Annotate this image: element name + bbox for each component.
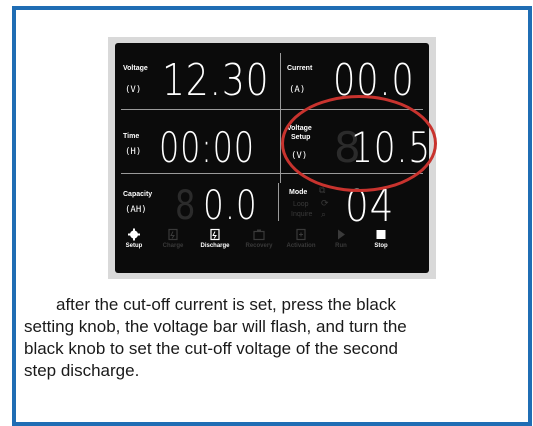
voltage-value: 12.30 bbox=[162, 55, 270, 106]
play-icon bbox=[338, 229, 345, 240]
footer-charge[interactable]: Charge bbox=[153, 228, 193, 249]
capacity-ghost-digit: 8 bbox=[175, 183, 196, 229]
mode-loop-label: Loop bbox=[293, 201, 309, 208]
footer-setup-label: Setup bbox=[125, 243, 143, 249]
footer-stop[interactable]: Stop bbox=[361, 228, 401, 249]
footer-setup[interactable]: Setup bbox=[114, 228, 154, 249]
footer-activation[interactable]: Activation bbox=[281, 228, 321, 249]
footer-stop-label: Stop bbox=[374, 243, 388, 249]
capacity-value: 0.0 bbox=[203, 183, 258, 229]
activation-icon bbox=[296, 228, 306, 241]
footer-recovery[interactable]: Recovery bbox=[239, 228, 279, 249]
time-label: Time bbox=[123, 133, 140, 140]
footer-activation-label: Activation bbox=[286, 243, 316, 249]
loop-icon: ⟳ bbox=[321, 198, 329, 208]
footer-discharge[interactable]: Discharge bbox=[195, 228, 235, 249]
recovery-icon bbox=[253, 229, 265, 241]
magnifier-icon: ⌕ bbox=[321, 209, 327, 219]
caption-line-4: step discharge. bbox=[24, 361, 140, 380]
footer-run-label: Run bbox=[335, 243, 347, 249]
capacity-label: Capacity bbox=[123, 191, 153, 198]
footer-recovery-label: Recovery bbox=[245, 243, 273, 249]
discharge-icon bbox=[210, 228, 220, 241]
voltage-label: Voltage bbox=[123, 65, 148, 72]
copy-icon: ⧉ bbox=[319, 185, 326, 195]
stop-icon bbox=[376, 230, 386, 239]
charge-icon bbox=[168, 228, 178, 241]
gear-icon bbox=[128, 228, 140, 241]
time-value: 00:00 bbox=[159, 123, 255, 172]
caption-line-1: after the cut-off current is set, press … bbox=[56, 295, 396, 314]
footer-run[interactable]: Run bbox=[321, 228, 361, 249]
divider-vertical bbox=[280, 53, 281, 183]
footer-charge-label: Charge bbox=[162, 243, 184, 249]
mode-label: Mode bbox=[289, 189, 308, 196]
capacity-unit: (AH) bbox=[125, 205, 147, 215]
highlight-ellipse bbox=[281, 95, 437, 192]
voltage-unit: (V) bbox=[125, 85, 142, 95]
footer-discharge-label: Discharge bbox=[200, 243, 230, 249]
current-unit: (A) bbox=[289, 85, 306, 95]
current-label: Current bbox=[287, 65, 313, 72]
divider-vertical-bottom bbox=[278, 183, 279, 221]
caption-line-3: black knob to set the cut-off voltage of… bbox=[24, 339, 398, 358]
time-unit: (H) bbox=[125, 147, 142, 157]
mode-inquire-label: Inquire bbox=[291, 211, 313, 218]
caption-line-2: setting knob, the voltage bar will flash… bbox=[24, 317, 407, 336]
instruction-caption: after the cut-off current is set, press … bbox=[24, 294, 532, 382]
